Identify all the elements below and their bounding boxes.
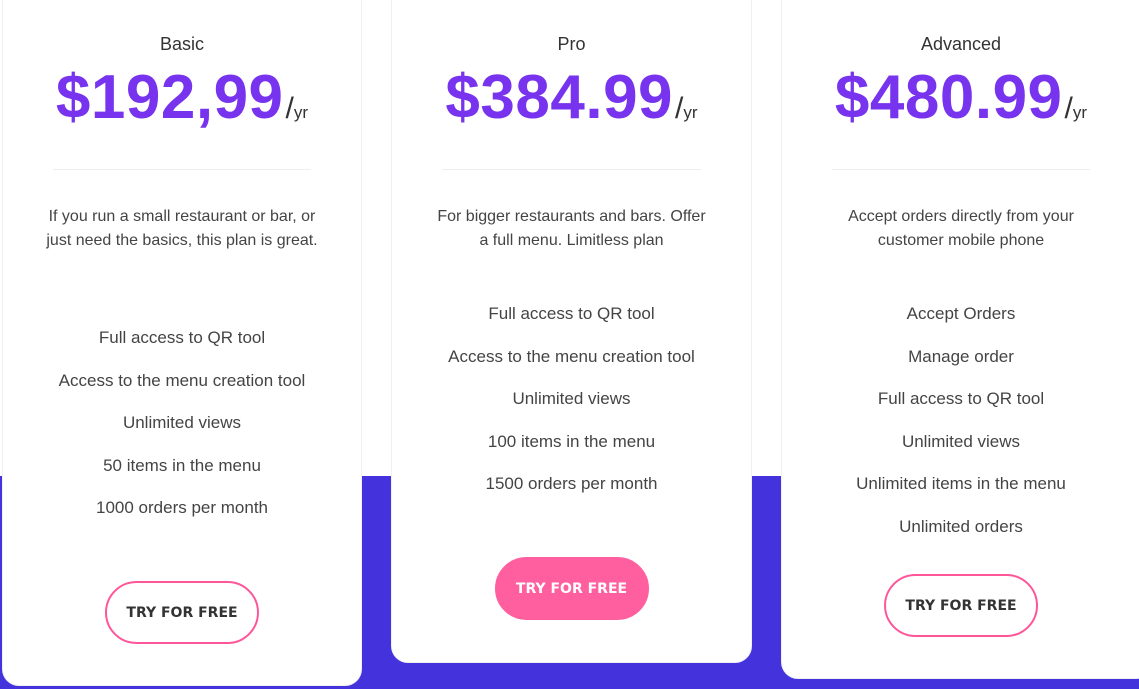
feature-item: Full access to QR tool (488, 304, 655, 323)
feature-list: Full access to QR tool Access to the men… (33, 325, 331, 538)
plan-description: For bigger restaurants and bars. Offer a… (437, 208, 706, 249)
price: $480.99 (834, 63, 1063, 132)
feature-list: Full access to QR tool Access to the men… (422, 301, 721, 514)
feature-item: Full access to QR tool (877, 389, 1045, 408)
feature-item: Access to the menu creation tool (448, 346, 695, 366)
period: /yr (675, 92, 698, 125)
feature-list: Accept Orders Manage order Full access t… (812, 301, 1110, 556)
plan-card-pro: Pro $384.99 /yr For bigger restaurants a… (392, 0, 751, 662)
price: $192,99 (55, 63, 284, 132)
plan-description: If you run a small restaurant or bar, or… (46, 208, 318, 249)
try-for-free-button[interactable]: TRY FOR FREE (105, 581, 259, 644)
period: /yr (1064, 92, 1088, 125)
divider (832, 169, 1090, 170)
feature-item: 1500 orders per month (485, 474, 658, 493)
divider (442, 169, 701, 170)
feature-item: 1000 orders per month (96, 498, 268, 517)
feature-item: Unlimited views (512, 389, 631, 408)
price-row: $480.99 /yr (782, 62, 1139, 133)
try-for-free-button[interactable]: TRY FOR FREE (884, 574, 1038, 637)
feature-item: Unlimited views (901, 431, 1021, 451)
divider (53, 169, 311, 170)
plan-card-advanced: Advanced $480.99 /yr Accept orders direc… (782, 0, 1139, 678)
price: $384.99 (445, 63, 674, 132)
feature-item: Unlimited items in the menu (856, 474, 1066, 493)
try-for-free-button[interactable]: TRY FOR FREE (494, 557, 649, 620)
feature-item: Unlimited orders (899, 516, 1023, 536)
feature-item: Unlimited views (122, 413, 242, 432)
price-row: $192,99 /yr (3, 62, 361, 133)
plan-card-basic: Basic $192,99 /yr If you run a small res… (3, 0, 361, 685)
feature-item: 50 items in the menu (103, 455, 261, 475)
price-row: $384.99 /yr (392, 62, 751, 133)
feature-item: Full access to QR tool (98, 328, 266, 347)
plan-description: Accept orders directly from your custome… (848, 208, 1074, 249)
plan-name: Pro (557, 34, 586, 54)
plan-name: Basic (159, 34, 204, 54)
feature-item: 100 items in the menu (487, 431, 656, 451)
feature-item: Access to the menu creation tool (58, 370, 306, 390)
plan-name: Advanced (920, 34, 1002, 54)
feature-item: Manage order (908, 346, 1014, 366)
period: /yr (285, 92, 309, 125)
feature-item: Accept Orders (906, 304, 1016, 323)
